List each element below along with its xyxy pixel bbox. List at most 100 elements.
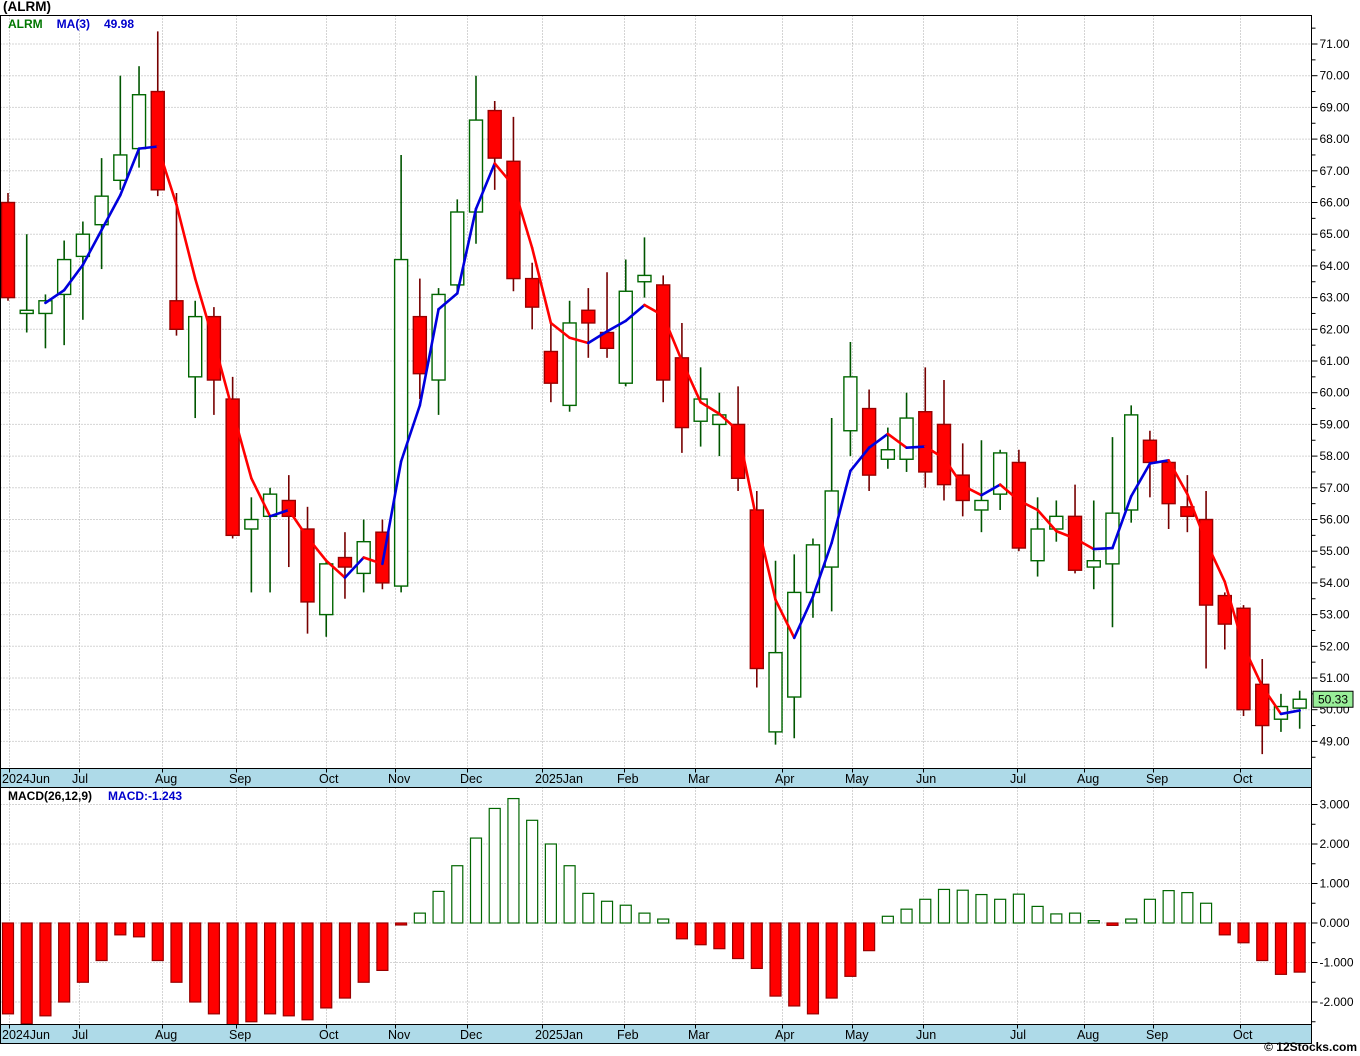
candle-body	[1030, 528, 1045, 562]
macd-bar	[713, 922, 726, 950]
macd-bar	[226, 922, 239, 1027]
macd-bar	[1162, 890, 1175, 924]
copyright-text: © 12Stocks.com	[1264, 1040, 1357, 1054]
candle-body	[1011, 461, 1027, 549]
price-axis-label: 68.00	[1320, 132, 1350, 146]
price-axis-label: 57.00	[1320, 481, 1350, 495]
macd-bar	[1143, 898, 1157, 924]
candle-body	[637, 274, 652, 283]
month-label: Aug	[155, 1028, 177, 1042]
macd-bar	[1031, 905, 1044, 924]
price-axis-label: 51.00	[1320, 671, 1350, 685]
candle-body	[899, 417, 914, 460]
macd-bar	[170, 922, 183, 983]
macd-bar	[881, 915, 894, 924]
price-axis-label: 71.00	[1320, 37, 1350, 51]
ma-line-segment	[1092, 546, 1114, 551]
candle-body	[861, 407, 877, 476]
macd-bar	[432, 890, 445, 924]
candle-body	[0, 201, 16, 299]
macd-bar	[20, 922, 33, 1025]
macd-bar	[282, 922, 295, 1017]
price-panel-bg	[0, 15, 1312, 769]
price-axis-label: 62.00	[1320, 322, 1350, 336]
month-label: Feb	[617, 1028, 639, 1042]
candle-body	[656, 284, 671, 381]
candle-body	[1255, 683, 1270, 727]
macd-bar	[320, 922, 333, 1009]
macd-bar	[619, 904, 632, 924]
month-band-top	[0, 768, 1312, 788]
price-axis-label: 49.00	[1320, 734, 1350, 748]
candle-body	[768, 651, 783, 733]
month-label: Aug	[1077, 772, 1099, 786]
candle-body	[1067, 515, 1083, 571]
macd-bar	[638, 912, 651, 924]
price-axis-label: 70.00	[1320, 69, 1350, 83]
candle-body	[843, 376, 858, 432]
macd-bar	[844, 922, 857, 977]
macd-bar	[900, 908, 913, 924]
macd-bar	[338, 922, 352, 999]
macd-bar	[1199, 902, 1213, 924]
candle-body	[543, 350, 559, 384]
macd-bar	[563, 865, 576, 924]
month-label: Jul	[1010, 1028, 1026, 1042]
candle-body	[1142, 439, 1158, 464]
price-axis-label: 65.00	[1320, 227, 1350, 241]
macd-bar	[863, 922, 876, 952]
candle-body	[880, 449, 896, 460]
month-label: May	[845, 772, 869, 786]
ma-value: 49.98	[104, 17, 135, 31]
macd-bar	[788, 922, 801, 1007]
price-axis-label: 61.00	[1320, 354, 1350, 368]
candle-body	[337, 556, 353, 568]
candle-body	[487, 109, 502, 159]
month-label: Sep	[1146, 1028, 1168, 1042]
candle-body	[618, 290, 633, 384]
macd-params-label: MACD(26,12,9)	[8, 789, 93, 803]
macd-bar	[600, 900, 614, 924]
macd-axis-label: 3.000	[1320, 798, 1350, 812]
symbol-label: ALRM	[8, 17, 43, 31]
month-label: 2024Jun	[2, 1028, 50, 1042]
macd-bar	[1256, 922, 1269, 962]
candle-body	[150, 90, 165, 191]
macd-axis-label: 0.000	[1320, 916, 1350, 930]
month-label: Sep	[229, 772, 251, 786]
month-label: 2025Jan	[535, 1028, 583, 1042]
candle-body	[225, 398, 240, 537]
candle-body	[281, 499, 296, 518]
macd-bar	[1012, 893, 1025, 924]
candle-body	[131, 94, 147, 150]
macd-bar	[1181, 891, 1194, 924]
chart-page: (ALRM) 71.00 70.00 69.00 68.00 67.00 66.00 65.…	[0, 0, 1360, 1056]
candle-body	[581, 309, 596, 324]
month-label: Aug	[1077, 1028, 1099, 1042]
macd-bar	[151, 922, 164, 962]
month-label: Aug	[155, 772, 177, 786]
month-label: Jun	[916, 772, 936, 786]
macd-bar	[769, 922, 782, 997]
macd-bar	[956, 889, 969, 924]
macd-bar	[58, 922, 71, 1003]
candle-body	[244, 518, 259, 530]
macd-bar	[357, 922, 370, 983]
price-axis-label: 55.00	[1320, 544, 1350, 558]
macd-axis-label: -2.000	[1320, 995, 1354, 1009]
price-axis-label: 54.00	[1320, 576, 1350, 590]
month-label: Oct	[319, 772, 339, 786]
macd-bar	[526, 819, 539, 924]
month-label: Jul	[72, 772, 88, 786]
candle-body	[918, 411, 933, 473]
macd-axis-label: 2.000	[1320, 837, 1350, 851]
macd-bar	[1, 922, 15, 1015]
month-label: Oct	[1233, 772, 1253, 786]
macd-bar	[413, 912, 426, 924]
price-legend: ALRM MA(3) 49.98	[8, 17, 134, 31]
ma-line-segment	[905, 445, 927, 449]
macd-bar	[657, 918, 670, 924]
candle-body	[412, 315, 428, 375]
month-label: Sep	[1146, 772, 1168, 786]
candle-body	[749, 509, 764, 670]
